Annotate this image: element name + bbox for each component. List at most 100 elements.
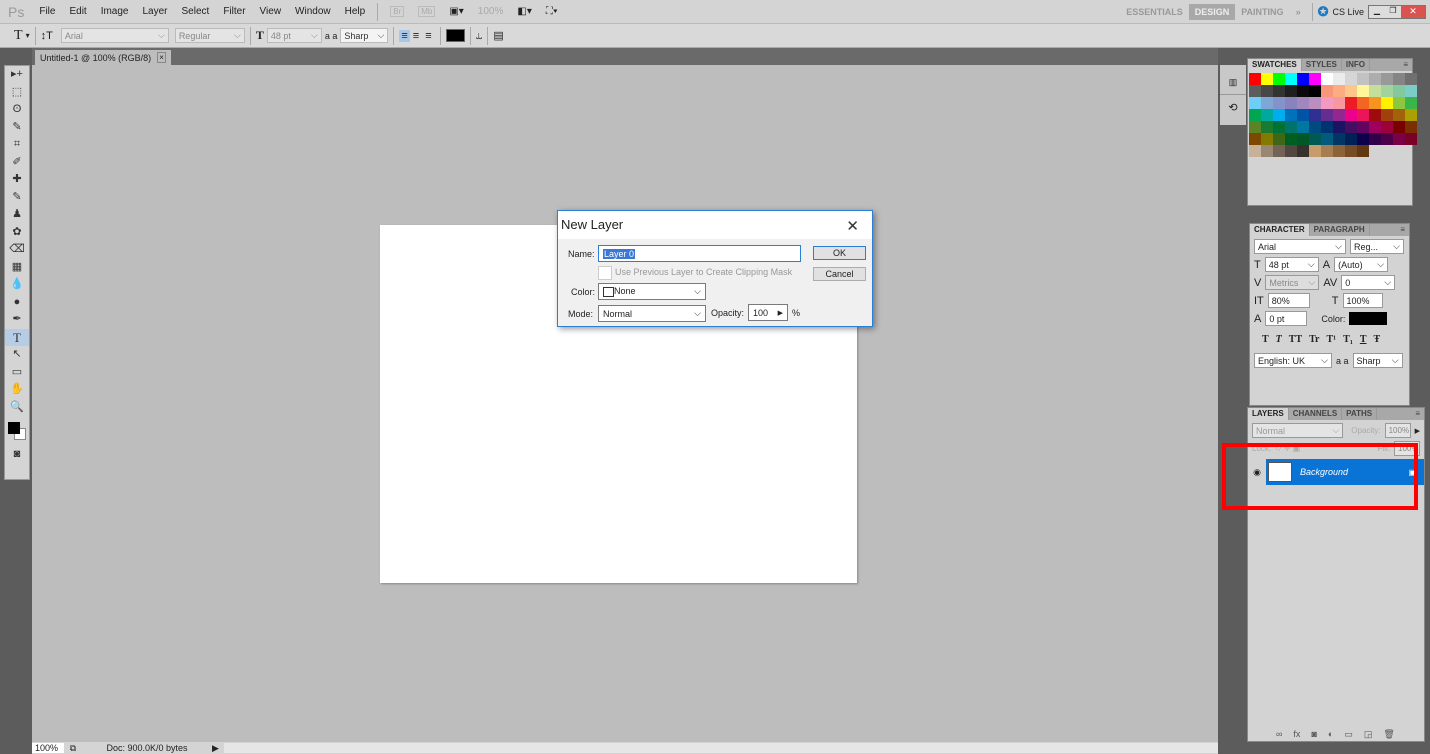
baseline-shift-field[interactable]: 0 pt <box>1265 311 1308 326</box>
color-swatch[interactable] <box>1249 121 1261 133</box>
color-swatch[interactable] <box>1249 97 1261 109</box>
brush-tool-icon[interactable]: ✎ <box>5 189 29 207</box>
character-panel-toggle-icon[interactable]: ▤ <box>493 29 503 42</box>
menu-select[interactable]: Select <box>182 6 210 17</box>
warp-text-icon[interactable]: ⥿ <box>476 28 483 43</box>
color-swatch[interactable] <box>1357 73 1369 85</box>
arrange-documents-icon[interactable]: ◧▾ <box>517 6 531 17</box>
color-swatch[interactable] <box>1297 121 1309 133</box>
toggle-orientation-icon[interactable]: ↕T <box>41 30 53 42</box>
color-swatch[interactable] <box>1345 73 1357 85</box>
color-swatch[interactable] <box>1273 121 1285 133</box>
color-swatch[interactable] <box>1297 73 1309 85</box>
color-swatch[interactable] <box>1393 97 1405 109</box>
color-swatch[interactable] <box>1357 121 1369 133</box>
status-menu-arrow[interactable]: ▶ <box>212 743 224 754</box>
color-swatch[interactable] <box>1309 133 1321 145</box>
zoom-level-dropdown[interactable]: 100% <box>478 6 504 17</box>
minimize-button[interactable]: ▁ <box>1369 5 1385 18</box>
color-swatch[interactable] <box>1321 121 1333 133</box>
color-swatch[interactable] <box>1357 145 1369 157</box>
color-swatch[interactable] <box>1261 109 1273 121</box>
color-swatch[interactable] <box>1333 145 1345 157</box>
font-family-select[interactable]: Arial ⌵ <box>1254 239 1346 254</box>
opacity-slider-arrow[interactable]: ▶ <box>778 309 783 317</box>
horizontal-scale-field[interactable]: 100% <box>1342 293 1383 308</box>
quick-selection-tool-icon[interactable]: ✎ <box>5 119 29 137</box>
color-swatch[interactable] <box>1297 85 1309 97</box>
trash-icon[interactable]: 🗑 <box>1383 729 1394 740</box>
color-swatch[interactable] <box>1273 109 1285 121</box>
panel-menu-icon[interactable]: ≡ <box>1396 224 1409 236</box>
crop-tool-icon[interactable]: ⌗ <box>5 136 29 154</box>
color-swatch[interactable] <box>1345 121 1357 133</box>
color-swatch[interactable] <box>1369 97 1381 109</box>
color-swatch[interactable] <box>1321 73 1333 85</box>
document-tab[interactable]: Untitled-1 @ 100% (RGB/8) × <box>35 50 171 65</box>
color-swatch[interactable] <box>1285 109 1297 121</box>
color-swatches[interactable] <box>5 416 29 446</box>
move-tool-icon[interactable]: ▸+ <box>5 66 29 84</box>
color-swatch[interactable] <box>1309 85 1321 97</box>
menu-window[interactable]: Window <box>295 6 331 17</box>
screen-mode-dropdown-icon[interactable]: ⛶▾ <box>546 6 558 17</box>
color-swatch[interactable] <box>1261 133 1273 145</box>
type-tool-icon[interactable]: T <box>5 328 29 346</box>
panel-menu-icon[interactable]: ≡ <box>1411 408 1424 420</box>
color-swatch[interactable] <box>1345 145 1357 157</box>
opacity-field[interactable]: 100 ▶ <box>748 304 788 321</box>
panel-menu-icon[interactable]: ≡ <box>1399 59 1412 71</box>
mini-bridge-icon[interactable]: Mb <box>418 6 436 17</box>
menu-help[interactable]: Help <box>345 6 366 17</box>
color-swatch[interactable] <box>1405 133 1417 145</box>
color-swatch[interactable] <box>1249 73 1261 85</box>
eraser-tool-icon[interactable]: ⌫ <box>5 241 29 259</box>
font-family-select[interactable]: Arial ⌵ <box>60 28 169 43</box>
color-swatch[interactable] <box>1381 97 1393 109</box>
color-swatch[interactable] <box>1345 109 1357 121</box>
tab-paragraph[interactable]: PARAGRAPH <box>1310 224 1370 236</box>
mode-select[interactable]: Normal ⌵ <box>598 305 706 322</box>
color-swatch[interactable] <box>1393 85 1405 97</box>
workspace-painting[interactable]: PAINTING <box>1235 4 1289 20</box>
underline-button[interactable]: T <box>1360 334 1367 345</box>
superscript-button[interactable]: T¹ <box>1327 334 1337 345</box>
new-layer-icon[interactable]: ◲ <box>1364 729 1373 740</box>
faux-bold-button[interactable]: T <box>1262 334 1269 345</box>
tab-swatches[interactable]: SWATCHES <box>1248 59 1302 71</box>
color-swatch[interactable] <box>1261 121 1273 133</box>
dodge-tool-icon[interactable]: ● <box>5 294 29 312</box>
menu-file[interactable]: File <box>39 6 55 17</box>
color-swatch[interactable] <box>1273 85 1285 97</box>
menu-filter[interactable]: Filter <box>223 6 245 17</box>
clone-stamp-tool-icon[interactable]: ♟ <box>5 206 29 224</box>
restore-button[interactable]: ❐ <box>1385 5 1401 18</box>
color-swatch[interactable] <box>1273 133 1285 145</box>
color-swatch[interactable] <box>1357 85 1369 97</box>
color-swatch[interactable] <box>1309 97 1321 109</box>
color-swatch[interactable] <box>1249 145 1261 157</box>
leading-field[interactable]: (Auto) ⌵ <box>1334 257 1389 272</box>
menu-edit[interactable]: Edit <box>69 6 86 17</box>
color-swatch[interactable] <box>1393 73 1405 85</box>
color-swatch[interactable] <box>1321 97 1333 109</box>
anti-alias-select[interactable]: Sharp ⌵ <box>1352 353 1403 368</box>
text-color-swatch[interactable] <box>1349 312 1388 325</box>
color-swatch[interactable] <box>1249 133 1261 145</box>
name-input[interactable]: Layer 0 <box>598 245 801 262</box>
tab-info[interactable]: INFO <box>1342 59 1370 71</box>
hand-tool-icon[interactable]: ✋ <box>5 381 29 399</box>
color-swatch[interactable] <box>1381 133 1393 145</box>
screen-mode-icon[interactable]: ▣▾ <box>449 6 463 17</box>
color-swatch[interactable] <box>1369 73 1381 85</box>
close-tab-icon[interactable]: × <box>157 52 166 63</box>
color-swatch[interactable] <box>1369 133 1381 145</box>
workspace-essentials[interactable]: ESSENTIALS <box>1120 4 1189 20</box>
blend-mode-select[interactable]: Normal ⌵ <box>1252 423 1344 438</box>
tab-character[interactable]: CHARACTER <box>1250 224 1310 236</box>
menu-layer[interactable]: Layer <box>143 6 168 17</box>
healing-brush-tool-icon[interactable]: ✚ <box>5 171 29 189</box>
eyedropper-tool-icon[interactable]: ✐ <box>5 154 29 172</box>
color-swatch[interactable] <box>1309 145 1321 157</box>
color-swatch[interactable] <box>1309 121 1321 133</box>
